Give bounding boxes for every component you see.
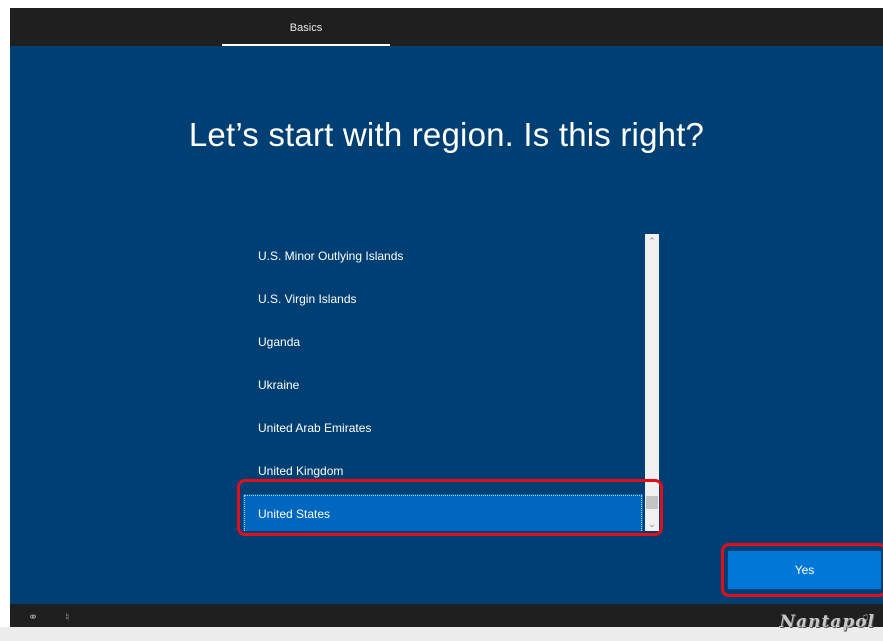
top-bar: Basics (10, 8, 883, 46)
microphone-icon[interactable]: ♮ (65, 610, 69, 624)
watermark-text: Nantapol (779, 612, 875, 632)
ease-of-access-icon[interactable]: ⚭ (28, 610, 38, 624)
list-item-united-arab-emirates[interactable]: United Arab Emirates (243, 408, 643, 448)
list-item-uganda[interactable]: Uganda (243, 322, 643, 362)
list-item-us-minor-outlying-islands[interactable]: U.S. Minor Outlying Islands (243, 236, 643, 276)
tab-active-indicator (222, 44, 390, 46)
annotation-highlight-list (237, 479, 663, 536)
setup-window: Basics Let’s start with region. Is this … (10, 8, 883, 641)
list-item-ukraine[interactable]: Ukraine (243, 365, 643, 405)
bottom-strip (0, 627, 883, 641)
annotation-highlight-yes (721, 543, 883, 597)
scroll-up-icon[interactable]: ⌃ (645, 234, 659, 248)
tab-basics[interactable]: Basics (222, 8, 390, 46)
page-title: Let’s start with region. Is this right? (188, 116, 705, 153)
list-item-us-virgin-islands[interactable]: U.S. Virgin Islands (243, 279, 643, 319)
tab-basics-label: Basics (289, 22, 323, 34)
